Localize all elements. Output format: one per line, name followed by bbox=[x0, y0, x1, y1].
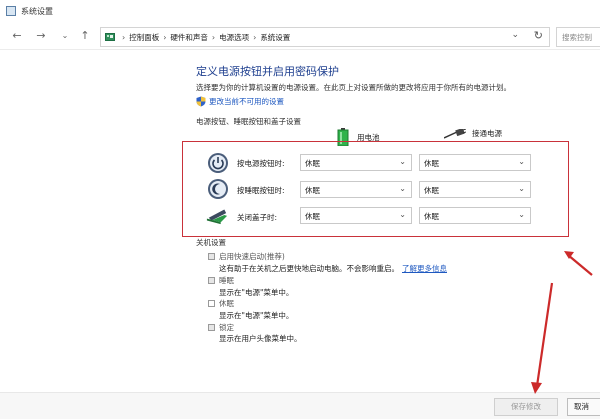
checkbox-box[interactable] bbox=[208, 300, 215, 307]
control-panel-window-icon bbox=[6, 6, 16, 16]
address-bar[interactable]: › 控制面板 › 硬件和声音 › 电源选项 › 系统设置 ⌄ ↻ bbox=[100, 27, 550, 47]
recent-chevron-icon[interactable]: ⌄ bbox=[58, 29, 72, 43]
breadcrumb-separator-icon: › bbox=[253, 32, 257, 42]
chevron-down-icon: ⌄ bbox=[518, 184, 525, 193]
save-changes-button[interactable]: 保存修改 bbox=[494, 398, 558, 416]
checkbox-box[interactable] bbox=[208, 324, 215, 331]
lock-option-label: 锁定 bbox=[219, 323, 234, 332]
sleep-button-icon bbox=[208, 179, 228, 199]
selected-value: 休眠 bbox=[305, 212, 320, 221]
cancel-button[interactable]: 取消 bbox=[567, 398, 600, 416]
lock-checkbox[interactable]: 锁定 bbox=[208, 322, 234, 333]
chevron-down-icon: ⌄ bbox=[399, 184, 406, 193]
lid-close-battery-select[interactable]: 休眠 ⌄ bbox=[300, 207, 412, 224]
sleep-option-label: 睡眠 bbox=[219, 276, 234, 285]
breadcrumb-separator-icon: › bbox=[122, 32, 126, 42]
laptop-lid-icon bbox=[206, 209, 228, 225]
back-arrow-icon[interactable]: ← bbox=[10, 29, 24, 43]
buttons-section-title: 电源按钮、睡眠按钮和盖子设置 bbox=[196, 117, 301, 126]
change-link-text: 更改当前不可用的设置 bbox=[209, 97, 284, 106]
breadcrumb-system-settings[interactable]: 系统设置 bbox=[260, 32, 290, 43]
power-plug-icon bbox=[444, 128, 466, 139]
window-title: 系统设置 bbox=[21, 6, 53, 16]
address-dropdown-icon[interactable]: ⌄ bbox=[511, 30, 519, 40]
breadcrumb-hardware-sound[interactable]: 硬件和声音 bbox=[170, 32, 208, 43]
control-panel-icon bbox=[105, 33, 115, 41]
refresh-icon[interactable]: ↻ bbox=[534, 29, 543, 42]
fast-startup-description: 这有助于在关机之后更快地启动电脑。不会影响重启。 了解更多信息 bbox=[219, 263, 447, 274]
save-button-label: 保存修改 bbox=[511, 402, 541, 411]
annotation-arrow-to-save bbox=[535, 282, 554, 387]
navigation-bar: ← → ⌄ ↑ › 控制面板 › 硬件和声音 › 电源选项 › 系统设置 ⌄ ↻… bbox=[0, 24, 600, 50]
annotation-arrowhead bbox=[564, 251, 574, 259]
selected-value: 休眠 bbox=[424, 212, 439, 221]
selected-value: 休眠 bbox=[305, 186, 320, 195]
power-button-plugged-select[interactable]: 休眠 ⌄ bbox=[419, 154, 531, 171]
selected-value: 休眠 bbox=[305, 159, 320, 168]
sleep-button-plugged-select[interactable]: 休眠 ⌄ bbox=[419, 181, 531, 198]
sleep-button-battery-select[interactable]: 休眠 ⌄ bbox=[300, 181, 412, 198]
shutdown-section-title: 关机设置 bbox=[196, 238, 226, 247]
chevron-down-icon: ⌄ bbox=[399, 210, 406, 219]
annotation-arrow-to-box bbox=[567, 254, 593, 276]
page-title: 定义电源按钮并启用密码保护 bbox=[196, 65, 339, 78]
power-button-battery-select[interactable]: 休眠 ⌄ bbox=[300, 154, 412, 171]
hibernate-checkbox[interactable]: 休眠 bbox=[208, 298, 234, 309]
uac-shield-icon bbox=[196, 96, 206, 107]
selected-value: 休眠 bbox=[424, 186, 439, 195]
sleep-button-label: 按睡眠按钮时: bbox=[237, 186, 285, 195]
hibernate-option-description: 显示在"电源"菜单中。 bbox=[219, 311, 294, 320]
breadcrumb-separator-icon: › bbox=[163, 32, 167, 42]
checkbox-box[interactable] bbox=[208, 253, 215, 260]
search-placeholder: 搜索控制 bbox=[562, 32, 592, 42]
breadcrumb-control-panel[interactable]: 控制面板 bbox=[129, 32, 159, 43]
forward-arrow-icon[interactable]: → bbox=[34, 29, 48, 43]
learn-more-link[interactable]: 了解更多信息 bbox=[402, 264, 447, 273]
power-button-label: 按电源按钮时: bbox=[237, 159, 285, 168]
selected-value: 休眠 bbox=[424, 159, 439, 168]
page-description: 选择要为你的计算机设置的电源设置。在此页上对设置所做的更改将应用于你所有的电源计… bbox=[196, 83, 511, 92]
up-arrow-icon[interactable]: ↑ bbox=[78, 29, 92, 43]
title-bar: 系统设置 bbox=[0, 0, 600, 22]
fast-startup-desc-text: 这有助于在关机之后更快地启动电脑。不会影响重启。 bbox=[219, 264, 399, 273]
sleep-checkbox[interactable]: 睡眠 bbox=[208, 275, 234, 286]
breadcrumb-power-options[interactable]: 电源选项 bbox=[219, 32, 249, 43]
breadcrumb-separator-icon: › bbox=[211, 32, 216, 42]
lid-close-plugged-select[interactable]: 休眠 ⌄ bbox=[419, 207, 531, 224]
cancel-button-label: 取消 bbox=[574, 402, 589, 411]
lid-close-label: 关闭盖子时: bbox=[237, 213, 278, 222]
fast-startup-checkbox[interactable]: 启用快速启动(推荐) bbox=[208, 251, 285, 262]
checkbox-box[interactable] bbox=[208, 277, 215, 284]
fast-startup-label: 启用快速启动(推荐) bbox=[219, 252, 285, 261]
chevron-down-icon: ⌄ bbox=[518, 157, 525, 166]
search-input[interactable]: 搜索控制 bbox=[556, 27, 600, 47]
footer-bar: 保存修改 取消 bbox=[0, 392, 600, 419]
sleep-option-description: 显示在"电源"菜单中。 bbox=[219, 288, 294, 297]
power-button-icon bbox=[208, 153, 228, 173]
column-plugged-label: 接通电源 bbox=[472, 129, 502, 138]
lock-option-description: 显示在用户头像菜单中。 bbox=[219, 334, 302, 343]
chevron-down-icon: ⌄ bbox=[518, 210, 525, 219]
chevron-down-icon: ⌄ bbox=[399, 157, 406, 166]
hibernate-option-label: 休眠 bbox=[219, 299, 234, 308]
column-header-plugged: 接通电源 bbox=[444, 128, 502, 139]
change-unavailable-settings-link[interactable]: 更改当前不可用的设置 bbox=[196, 96, 284, 107]
